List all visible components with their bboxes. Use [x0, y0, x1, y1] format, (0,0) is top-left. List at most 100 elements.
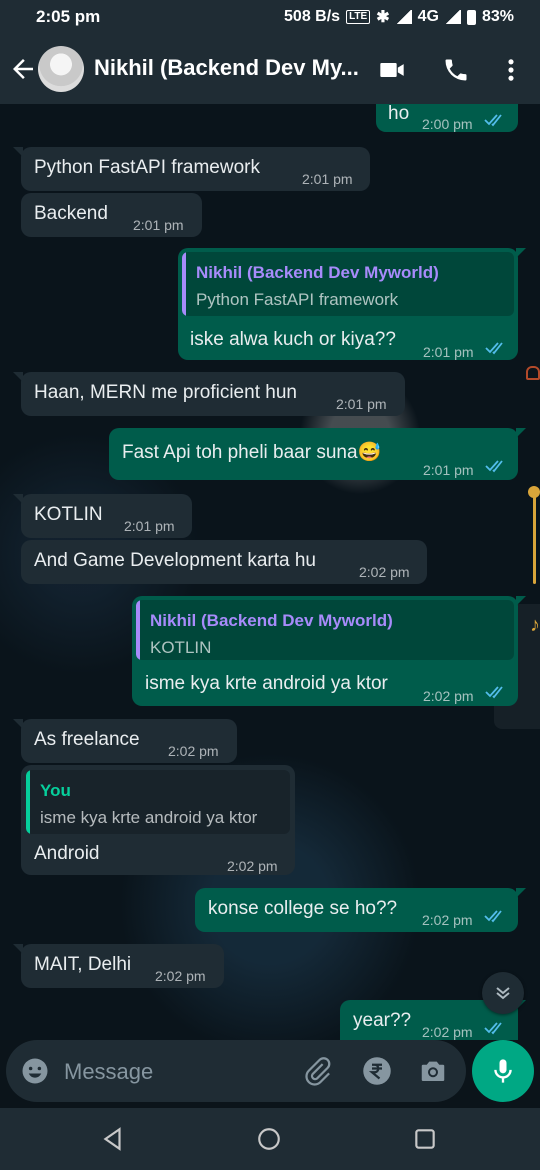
music-note-icon: ♪ — [530, 614, 540, 636]
bubble-tail — [13, 719, 23, 729]
message-text: iske alwa kuch or kiya?? — [190, 329, 396, 350]
bubble-tail — [516, 248, 526, 258]
message-composer — [6, 1040, 466, 1102]
chat-header: Nikhil (Backend Dev My... — [0, 34, 540, 104]
nav-recents-icon[interactable] — [412, 1126, 438, 1152]
scroll-to-bottom-button[interactable] — [482, 972, 524, 1014]
rupee-icon[interactable] — [362, 1056, 392, 1086]
message-input[interactable] — [62, 1054, 296, 1090]
message-bubble-incoming[interactable]: And Game Development karta hu 2:02 pm — [21, 540, 427, 584]
message-text: year?? — [353, 1010, 412, 1031]
message-time: 2:01 pm — [423, 462, 474, 478]
message-bubble-outgoing-reply[interactable]: Nikhil (Backend Dev Myworld) Python Fast… — [178, 248, 526, 360]
message-text: Backend — [34, 203, 108, 224]
message-bubble-incoming[interactable]: As freelance 2:02 pm — [13, 719, 237, 763]
volte-icon: LTE — [346, 10, 371, 24]
wallpaper-decoration-line — [533, 494, 536, 584]
chat-area[interactable]: ♪ ho 2:00 pm Python FastAPI framework 2:… — [0, 104, 540, 1040]
message-bubble-outgoing-reply[interactable]: Nikhil (Backend Dev Myworld) KOTLIN isme… — [132, 596, 526, 706]
message-time: 2:01 pm — [336, 396, 387, 412]
video-call-icon[interactable] — [378, 56, 406, 84]
quoted-message[interactable]: Nikhil (Backend Dev Myworld) KOTLIN — [136, 600, 514, 660]
message-text: As freelance — [34, 729, 140, 750]
contact-avatar[interactable] — [38, 46, 84, 92]
bubble-tail — [13, 147, 23, 157]
message-time: 2:02 pm — [359, 564, 410, 580]
message-bubble-incoming[interactable]: KOTLIN 2:01 pm — [13, 494, 192, 538]
quote-sender: Nikhil (Backend Dev Myworld) — [150, 611, 393, 630]
message-text: KOTLIN — [34, 504, 103, 525]
signal-icon — [395, 10, 412, 24]
bluetooth-icon: ✱ — [376, 9, 390, 26]
read-ticks-icon — [485, 460, 503, 473]
attach-icon[interactable] — [302, 1056, 332, 1086]
message-time: 2:02 pm — [422, 1024, 473, 1040]
bubble-tail — [516, 888, 526, 898]
message-bubble-incoming[interactable]: Backend 2:01 pm — [21, 193, 202, 237]
quote-sender: Nikhil (Backend Dev Myworld) — [196, 263, 439, 282]
message-text: Fast Api toh pheli baar suna😅 — [122, 442, 382, 463]
message-bubble-incoming[interactable]: Haan, MERN me proficient hun 2:01 pm — [13, 372, 405, 416]
message-text: Android — [34, 843, 100, 864]
message-time: 2:01 pm — [124, 518, 175, 534]
quote-sender: You — [40, 781, 71, 800]
status-bar: 2:05 pm 508 B/s LTE ✱ 4G 83% — [0, 0, 540, 34]
message-text: Haan, MERN me proficient hun — [34, 382, 297, 403]
read-ticks-icon — [485, 342, 503, 355]
phone-icon[interactable] — [442, 56, 470, 84]
message-bubble-incoming-reply[interactable]: You isme kya krte android ya ktor Androi… — [21, 765, 295, 875]
message-text: MAIT, Delhi — [34, 954, 132, 975]
read-ticks-icon — [484, 910, 502, 923]
contact-name[interactable]: Nikhil (Backend Dev My... — [94, 55, 359, 81]
network-speed: 508 B/s — [284, 8, 341, 25]
read-ticks-icon — [484, 1022, 502, 1035]
message-bubble-outgoing[interactable]: Fast Api toh pheli baar suna😅 2:01 pm — [109, 428, 526, 480]
emoji-icon[interactable] — [20, 1056, 50, 1086]
message-text: konse college se ho?? — [208, 898, 398, 919]
mic-icon — [494, 1059, 512, 1083]
nav-home-icon[interactable] — [256, 1126, 282, 1152]
status-icons: 508 B/s LTE ✱ 4G 83% — [284, 7, 514, 27]
network-type: 4G — [417, 8, 439, 25]
camera-icon[interactable] — [418, 1056, 448, 1086]
system-navigation-bar — [0, 1108, 540, 1170]
message-text: Python FastAPI framework — [34, 157, 260, 178]
read-ticks-icon — [484, 114, 502, 127]
message-time: 2:02 pm — [227, 858, 278, 874]
chevron-down-icon — [496, 987, 510, 1000]
message-time: 2:02 pm — [168, 743, 219, 759]
quote-text: Python FastAPI framework — [196, 290, 399, 309]
bubble-tail — [516, 596, 526, 606]
quote-text: isme kya krte android ya ktor — [40, 808, 258, 827]
message-time: 2:01 pm — [302, 171, 353, 187]
quote-bar — [182, 252, 186, 316]
voice-message-button[interactable] — [472, 1040, 534, 1102]
bubble-tail — [516, 428, 526, 438]
quoted-message[interactable]: You isme kya krte android ya ktor — [26, 770, 290, 834]
message-time: 2:02 pm — [423, 688, 474, 704]
battery-icon — [466, 9, 476, 25]
signal-icon-2 — [444, 10, 461, 24]
back-arrow-icon[interactable] — [8, 54, 38, 84]
message-bubble-outgoing[interactable]: ho 2:00 pm — [376, 104, 518, 132]
message-time: 2:02 pm — [155, 968, 206, 984]
wallpaper-bell-icon — [526, 366, 540, 380]
message-bubble-outgoing[interactable]: konse college se ho?? 2:02 pm — [195, 888, 526, 932]
read-ticks-icon — [485, 686, 503, 699]
message-time: 2:01 pm — [423, 344, 474, 360]
bubble-tail — [13, 944, 23, 954]
more-options-icon[interactable] — [497, 56, 525, 84]
message-time: 2:00 pm — [422, 116, 473, 132]
status-time: 2:05 pm — [36, 7, 101, 26]
message-bubble-incoming[interactable]: MAIT, Delhi 2:02 pm — [13, 944, 224, 988]
battery-level: 83% — [481, 8, 514, 25]
message-bubble-incoming[interactable]: Python FastAPI framework 2:01 pm — [13, 147, 370, 191]
bubble-tail — [13, 494, 23, 504]
message-text: ho — [388, 104, 410, 124]
message-time: 2:01 pm — [133, 217, 184, 233]
bubble-tail — [13, 372, 23, 382]
quoted-message[interactable]: Nikhil (Backend Dev Myworld) Python Fast… — [182, 252, 514, 316]
quote-text: KOTLIN — [150, 638, 212, 657]
nav-back-icon[interactable] — [100, 1126, 126, 1152]
message-text: isme kya krte android ya ktor — [145, 673, 388, 694]
